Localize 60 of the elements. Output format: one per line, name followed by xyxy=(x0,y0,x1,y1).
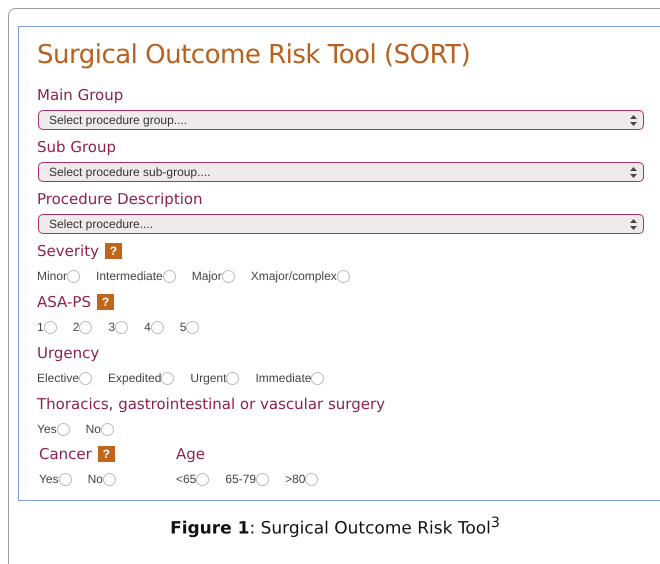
radio-button[interactable] xyxy=(186,320,200,334)
radio-button[interactable] xyxy=(79,372,92,384)
option-label: 2 xyxy=(72,320,80,334)
form-title: Surgical Outcome Risk Tool (SORT) xyxy=(37,39,472,72)
option-label: Expedited xyxy=(108,371,162,385)
radio-button[interactable] xyxy=(162,270,176,282)
radio-button[interactable] xyxy=(150,320,164,334)
option-label: Yes xyxy=(39,472,59,486)
option-label: 65-79 xyxy=(225,472,256,486)
field-label: Severity xyxy=(37,242,99,260)
field-label: Urgency xyxy=(37,344,100,362)
radio-button[interactable] xyxy=(79,320,92,334)
option-label: Minor xyxy=(37,269,68,283)
radio-button[interactable] xyxy=(305,472,318,486)
option-label: Yes xyxy=(37,422,57,436)
option-label: 1 xyxy=(37,320,44,334)
option-label: Elective xyxy=(37,371,80,385)
field-label: Cancer xyxy=(39,445,92,463)
option-label: Intermediate xyxy=(96,269,163,283)
radio-button[interactable] xyxy=(336,270,350,282)
field-label: Procedure Description xyxy=(37,190,203,208)
option-label: Immediate xyxy=(255,371,312,385)
option-label: <65 xyxy=(176,472,196,486)
radio-button[interactable] xyxy=(161,372,174,384)
option-label: No xyxy=(88,472,103,486)
dropdown-select[interactable]: Select procedure.... xyxy=(38,214,644,234)
radio-button[interactable] xyxy=(102,472,116,486)
radio-button[interactable] xyxy=(67,270,80,282)
updown-arrows-icon xyxy=(630,114,637,126)
option-label: 5 xyxy=(180,320,186,334)
help-badge[interactable]: ? xyxy=(96,294,114,310)
radio-button[interactable] xyxy=(100,422,114,436)
radio-button[interactable] xyxy=(222,270,235,282)
field-label: ASA-PS xyxy=(37,293,91,311)
radio-button[interactable] xyxy=(311,372,324,384)
updown-arrows-icon xyxy=(630,166,637,178)
help-badge[interactable]: ? xyxy=(98,446,115,462)
radio-button[interactable] xyxy=(196,472,210,486)
radio-button[interactable] xyxy=(58,472,72,486)
radio-button[interactable] xyxy=(115,320,128,334)
option-label: 3 xyxy=(108,320,116,334)
option-label: Major xyxy=(192,269,222,283)
dropdown-select[interactable]: Select procedure group.... xyxy=(38,110,644,130)
radio-button[interactable] xyxy=(56,422,70,436)
updown-arrows-icon xyxy=(630,218,637,230)
figure-caption: Figure 1: Surgical Outcome Risk Tool$^{3}$ xyxy=(169,515,501,539)
option-label: >80 xyxy=(285,472,306,486)
field-label: Sub Group xyxy=(37,138,116,156)
help-badge[interactable]: ? xyxy=(104,243,122,259)
radio-button[interactable] xyxy=(256,472,270,486)
radio-button[interactable] xyxy=(44,320,57,334)
radio-button[interactable] xyxy=(226,372,240,384)
dropdown-select[interactable]: Select procedure sub-group.... xyxy=(38,162,644,182)
field-label: Age xyxy=(176,445,206,463)
option-label: 4 xyxy=(144,320,151,334)
option-label: Xmajor/complex xyxy=(250,269,337,283)
option-label: No xyxy=(86,422,101,436)
field-label: Main Group xyxy=(37,86,124,104)
option-label: Urgent xyxy=(190,371,226,385)
field-label: Thoracics, gastrointestinal or vascular surgery xyxy=(37,395,385,413)
